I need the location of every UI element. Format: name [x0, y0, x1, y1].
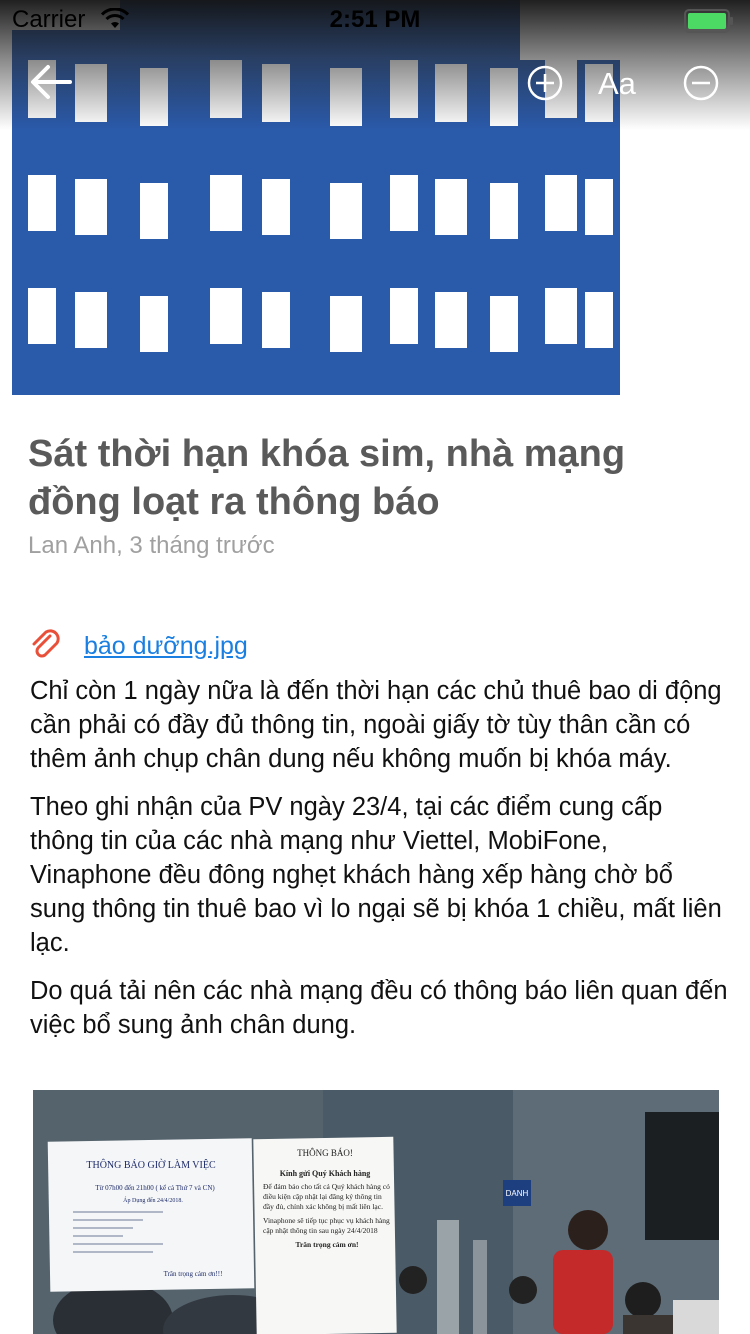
notice-right-thanks: Trân trọng cảm ơn!: [295, 1240, 359, 1249]
notice-right-body2: Vinaphone sẽ tiếp tục phục vụ khách hàng…: [263, 1216, 390, 1235]
zoom-in-button[interactable]: [526, 64, 564, 102]
building-window: [490, 296, 518, 352]
status-bar: Carrier 2:51 PM: [0, 0, 750, 40]
building-window: [330, 296, 362, 352]
notice-left-line1: Từ 07h00 đến 21h00 ( kể cả Thứ 7 và CN): [95, 1184, 215, 1192]
building-window: [490, 183, 518, 239]
building-window: [28, 288, 56, 344]
font-size-button[interactable]: Aa: [598, 66, 636, 102]
article-title: Sát thời hạn khóa sim, nhà mạng đồng loạ…: [28, 433, 626, 523]
clock: 2:51 PM: [329, 6, 421, 33]
building-window: [262, 179, 290, 235]
building-window: [390, 175, 418, 231]
notice-left-thanks: Trân trọng cảm ơn!!!: [164, 1270, 223, 1278]
notice-right-title: THÔNG BÁO!: [297, 1148, 353, 1158]
building-window: [545, 175, 577, 231]
building-window: [140, 296, 168, 352]
building-window: [585, 292, 613, 348]
arrow-left-icon: [31, 65, 72, 99]
paragraph: Chỉ còn 1 ngày nữa là đến thời hạn các c…: [30, 677, 722, 773]
paperclip-icon: [32, 629, 60, 658]
plus-circle-icon: [527, 65, 563, 101]
article-meta: Lan Anh, 3 tháng trước: [28, 532, 275, 559]
building-window: [262, 292, 290, 348]
building-window: [390, 288, 418, 344]
notice-right-body: Để đảm bảo cho tất cả Quý khách hàng có …: [263, 1182, 390, 1211]
building-window: [210, 288, 242, 344]
minus-circle-icon: [683, 65, 719, 101]
building-window: [140, 183, 168, 239]
article-body: Chỉ còn 1 ngày nữa là đến thời hạn các c…: [30, 674, 730, 1056]
attachment[interactable]: bảo dưỡng.jpg: [28, 626, 248, 666]
building-window: [330, 183, 362, 239]
building-window: [435, 179, 467, 235]
building-window: [585, 179, 613, 235]
notice-vinaphone: THÔNG BÁO! Kính gửi Quý Khách hàng Để đả…: [253, 1136, 397, 1334]
attachment-link[interactable]: bảo dưỡng.jpg: [84, 632, 248, 661]
building-window: [545, 288, 577, 344]
building-window: [28, 175, 56, 231]
paragraph: Theo ghi nhận của PV ngày 23/4, tại các …: [30, 793, 722, 957]
article-photo: THÔNG BÁO GIỜ LÀM VIỆC Từ 07h00 đến 21h0…: [33, 1090, 719, 1334]
hero-image: [0, 0, 750, 395]
building-window: [435, 292, 467, 348]
building-window: [75, 292, 107, 348]
zoom-out-button[interactable]: [682, 64, 720, 102]
notice-working-hours: THÔNG BÁO GIỜ LÀM VIỆC Từ 07h00 đến 21h0…: [47, 1138, 255, 1292]
paragraph: Do quá tải nên các nhà mạng đều có thông…: [30, 977, 728, 1039]
back-button[interactable]: [28, 62, 76, 102]
building-window: [210, 175, 242, 231]
notice-left-line2: Áp Dụng đến 24/4/2018.: [123, 1196, 183, 1204]
sign-text: DANH: [506, 1189, 529, 1198]
notice-left-title: THÔNG BÁO GIỜ LÀM VIỆC: [86, 1159, 216, 1171]
building-window: [75, 179, 107, 235]
notice-right-greeting: Kính gửi Quý Khách hàng: [280, 1169, 371, 1178]
battery-icon: [684, 9, 734, 38]
